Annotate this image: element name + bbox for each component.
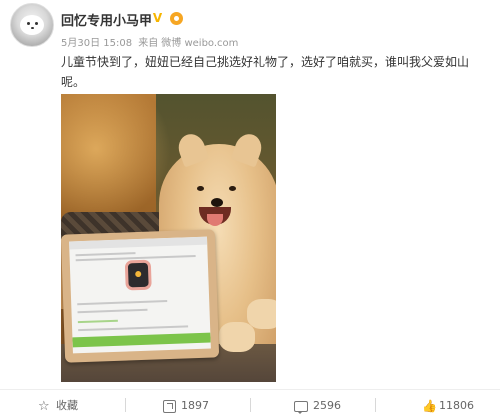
avatar-eye [27,22,30,25]
comment-button[interactable]: 2596 [294,397,341,415]
tablet-screen-text-line [77,300,168,306]
post-timestamp[interactable]: 5月30日 15:08 [61,38,132,49]
forward-button[interactable]: 1897 [163,397,209,415]
action-separator [125,398,126,412]
tablet-screen-product-image [127,262,149,288]
tablet-screen-text-line [77,319,118,324]
post-text: 儿童节快到了，妞妞已经自己挑选好礼物了，选好了咱就买，谁叫我父爱如山呢。 [61,55,470,89]
comment-icon [294,400,308,414]
comment-count: 2596 [313,399,341,412]
photo-lamp-glow [61,94,171,224]
action-bar-divider [0,389,500,390]
tablet-screen-text-line [78,325,189,332]
tablet-screen-topbar [69,236,208,250]
username-link[interactable]: 回忆专用小马甲 [61,10,152,29]
tablet-screen-text-line [75,255,196,262]
source-prefix: 来自 [138,38,159,49]
like-button[interactable]: 👍 11806 [422,397,474,415]
post-photo[interactable] [61,94,276,382]
collect-button[interactable]: ☆ 收藏 [38,397,78,415]
photo-dog-paw [247,299,276,329]
action-separator [250,398,251,412]
verified-badge-icon[interactable]: V [151,12,164,24]
photo-tablet [61,229,220,363]
tablet-screen-text-line [77,308,148,314]
photo-dog-eye [197,186,204,191]
user-avatar[interactable] [10,3,54,47]
avatar-nose [31,27,34,29]
forward-count: 1897 [181,399,209,412]
photo-dog-nose [211,198,223,207]
thumbs-up-icon: 👍 [422,399,437,413]
tablet-screen-text-line [75,252,136,257]
avatar-eye [35,22,38,25]
tablet-screen-buy-bar [72,332,211,348]
avatar-dog-face [20,15,44,35]
post-source-link[interactable]: 微博 weibo.com [161,38,238,49]
like-count: 11806 [439,399,474,412]
star-icon: ☆ [38,398,50,414]
photo-tablet-screen [69,236,211,354]
forward-icon [163,399,176,413]
collect-label: 收藏 [56,399,78,412]
post-meta: 5月30日 15:08 来自 微博 weibo.com [61,34,241,49]
member-level-icon[interactable] [170,12,183,25]
photo-dog-eye [229,186,236,191]
action-separator [375,398,376,412]
photo-dog-paw [219,322,255,352]
